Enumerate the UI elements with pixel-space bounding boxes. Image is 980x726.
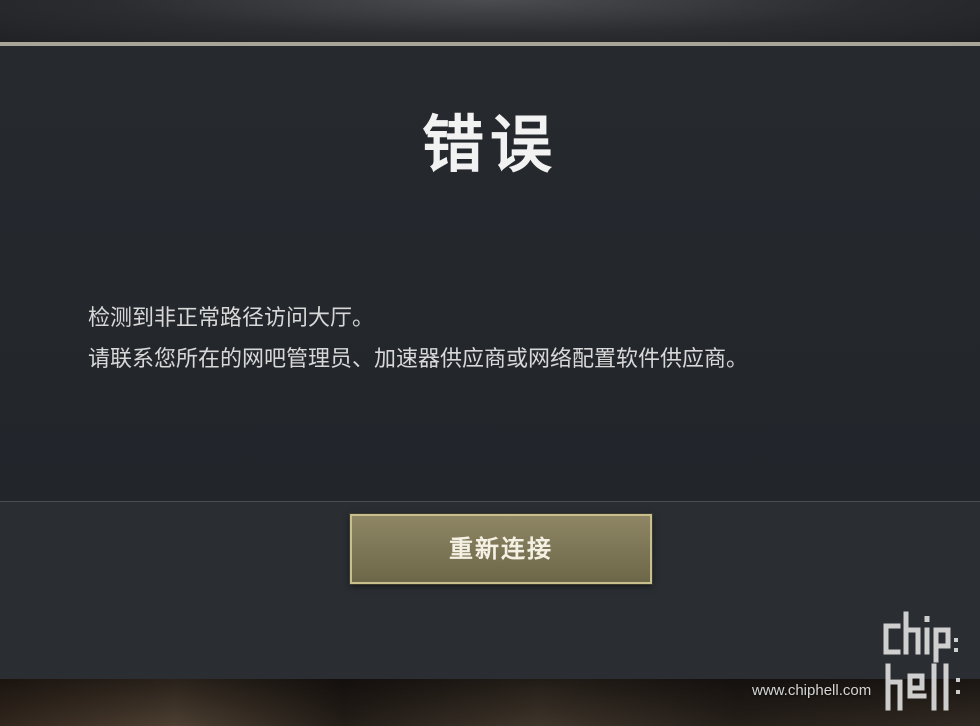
watermark-url: www.chiphell.com	[752, 682, 872, 699]
game-screen: 错误 检测到非正常路径访问大厅。 请联系您所在的网吧管理员、加速器供应商或网络配…	[0, 0, 980, 726]
error-message-line-1: 检测到非正常路径访问大厅。	[88, 306, 375, 331]
chiphell-logo	[883, 611, 960, 711]
background-scene-top	[0, 0, 980, 44]
error-message-line-2: 请联系您所在的网吧管理员、加速器供应商或网络配置软件供应商。	[88, 347, 749, 372]
error-message: 检测到非正常路径访问大厅。 请联系您所在的网吧管理员、加速器供应商或网络配置软件…	[88, 298, 948, 380]
reconnect-button[interactable]: 重新连接	[350, 514, 652, 584]
dialog-title: 错误	[421, 108, 558, 181]
